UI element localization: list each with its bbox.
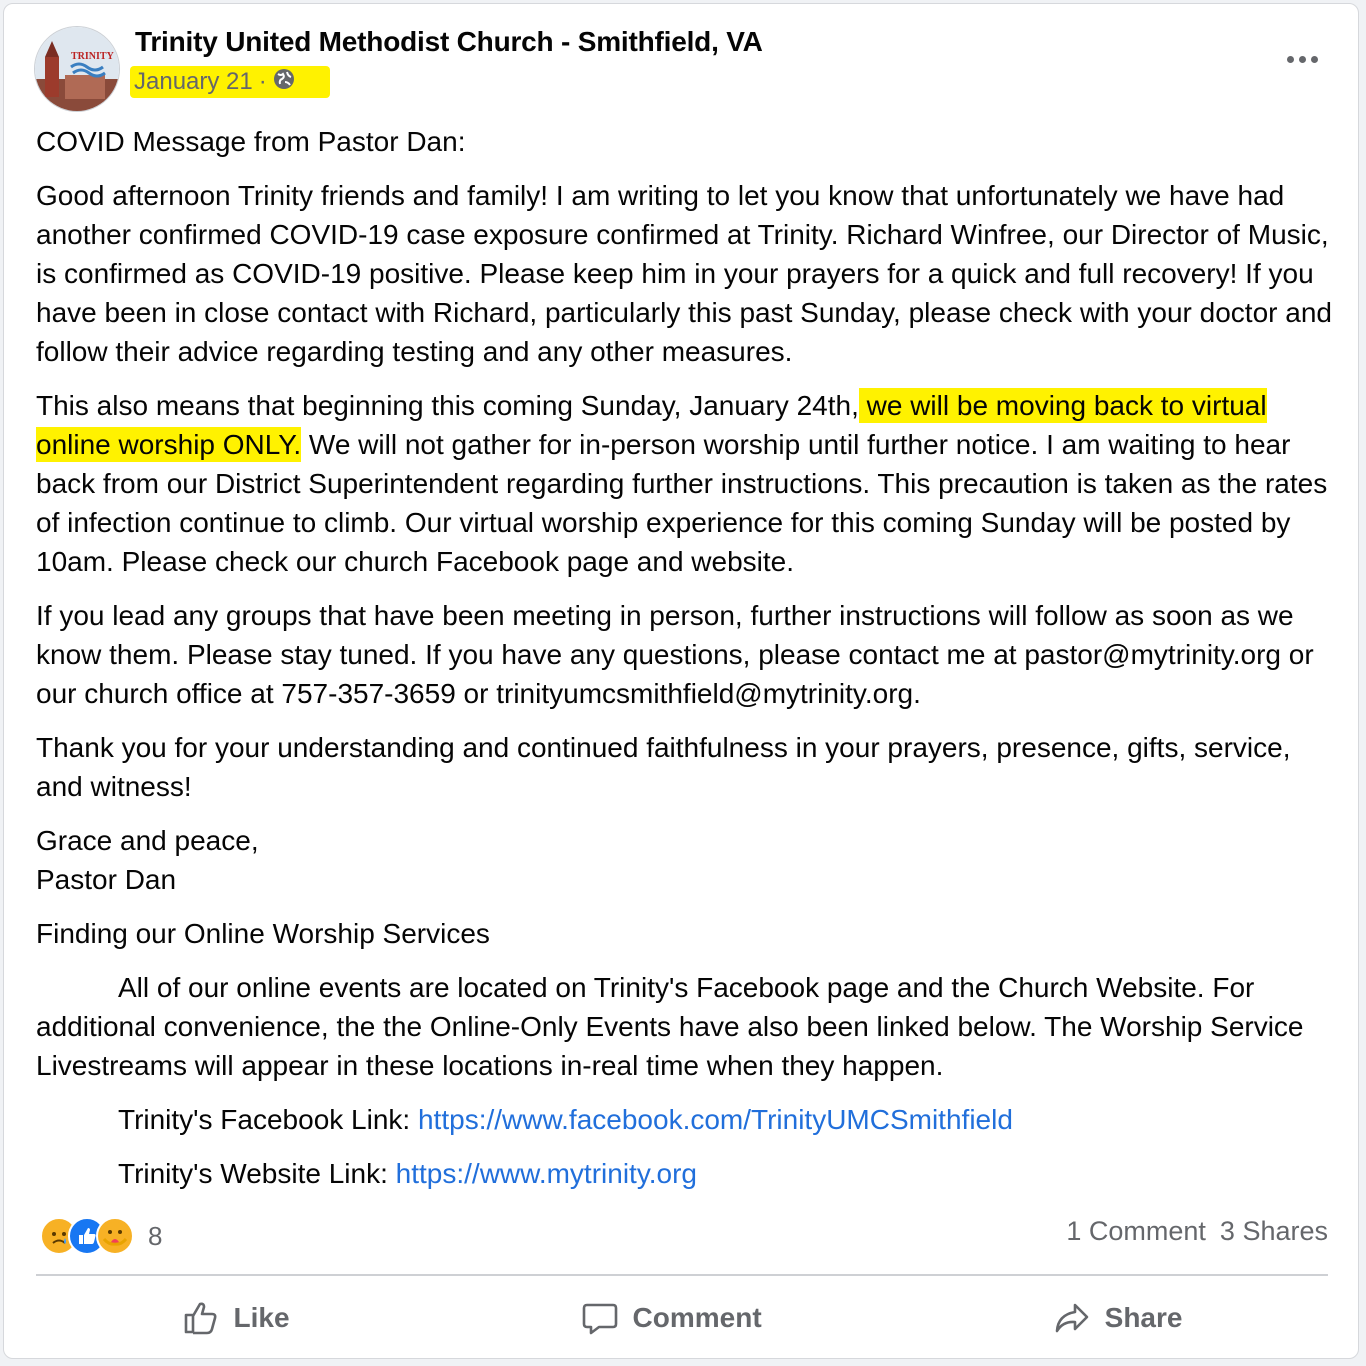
comment-button[interactable]: Comment <box>551 1293 792 1343</box>
page-name-link[interactable]: Trinity United Methodist Church - Smithf… <box>135 26 763 58</box>
signoff-line: Grace and peace, <box>36 825 259 856</box>
like-button[interactable]: Like <box>152 1293 320 1343</box>
like-label: Like <box>233 1302 290 1333</box>
post-stats: 1 Comment 3 Shares <box>1066 1216 1328 1247</box>
thumbs-up-icon <box>184 1302 216 1335</box>
more-options-button[interactable] <box>1282 44 1322 74</box>
shares-count-link[interactable]: 3 Shares <box>1220 1216 1328 1247</box>
post-actions: Like Comment Share <box>36 1286 1328 1350</box>
post-meta: January 21 · <box>130 66 330 98</box>
comment-label: Comment <box>632 1302 762 1333</box>
reactions-summary[interactable]: 8 <box>40 1214 162 1258</box>
post-date-link[interactable]: January 21 <box>134 68 253 96</box>
share-arrow-icon <box>1055 1303 1088 1333</box>
comment-bubble-icon <box>582 1303 617 1335</box>
svg-text:TRINITY: TRINITY <box>71 51 115 62</box>
church-logo-icon: TRINITY <box>35 27 119 111</box>
dot-icon <box>1286 55 1294 63</box>
dot-icon <box>1310 55 1318 63</box>
website-link-line: Trinity's Website Link: https://www.mytr… <box>36 1154 1336 1193</box>
comments-count-link[interactable]: 1 Comment <box>1066 1216 1206 1247</box>
text-segment: This also means that beginning this comi… <box>36 390 859 421</box>
link-label: Trinity's Facebook Link: <box>118 1104 418 1135</box>
dot-icon <box>1298 55 1306 63</box>
care-icon <box>96 1217 134 1255</box>
globe-icon[interactable] <box>273 68 295 97</box>
post-paragraph: All of our online events are located on … <box>36 972 1304 1081</box>
share-label: Share <box>1104 1302 1183 1333</box>
page-avatar[interactable]: TRINITY <box>34 26 120 112</box>
divider <box>36 1274 1328 1276</box>
facebook-page-link[interactable]: https://www.facebook.com/TrinityUMCSmith… <box>418 1104 1013 1135</box>
post-card: TRINITY Trinity United Methodist Church … <box>3 3 1359 1359</box>
section-title: Finding our Online Worship Services <box>36 918 490 949</box>
signoff-name: Pastor Dan <box>36 864 177 895</box>
post-body: COVID Message from Pastor Dan: Good afte… <box>36 122 1336 1208</box>
date-separator: · <box>258 68 267 95</box>
facebook-link-line: Trinity's Facebook Link: https://www.fac… <box>36 1100 1336 1139</box>
signoff: Grace and peace, Pastor Dan <box>36 821 1336 899</box>
post-paragraph: Good afternoon Trinity friends and famil… <box>36 180 1332 367</box>
post-paragraph: Thank you for your understanding and con… <box>36 732 1291 802</box>
reaction-count: 8 <box>148 1220 163 1251</box>
share-button[interactable]: Share <box>1023 1293 1213 1343</box>
post-paragraph: This also means that beginning this comi… <box>36 386 1336 581</box>
link-label: Trinity's Website Link: <box>118 1158 396 1189</box>
website-link[interactable]: https://www.mytrinity.org <box>396 1158 697 1189</box>
post-paragraph: COVID Message from Pastor Dan: <box>36 126 466 157</box>
post-paragraph: If you lead any groups that have been me… <box>36 600 1314 709</box>
